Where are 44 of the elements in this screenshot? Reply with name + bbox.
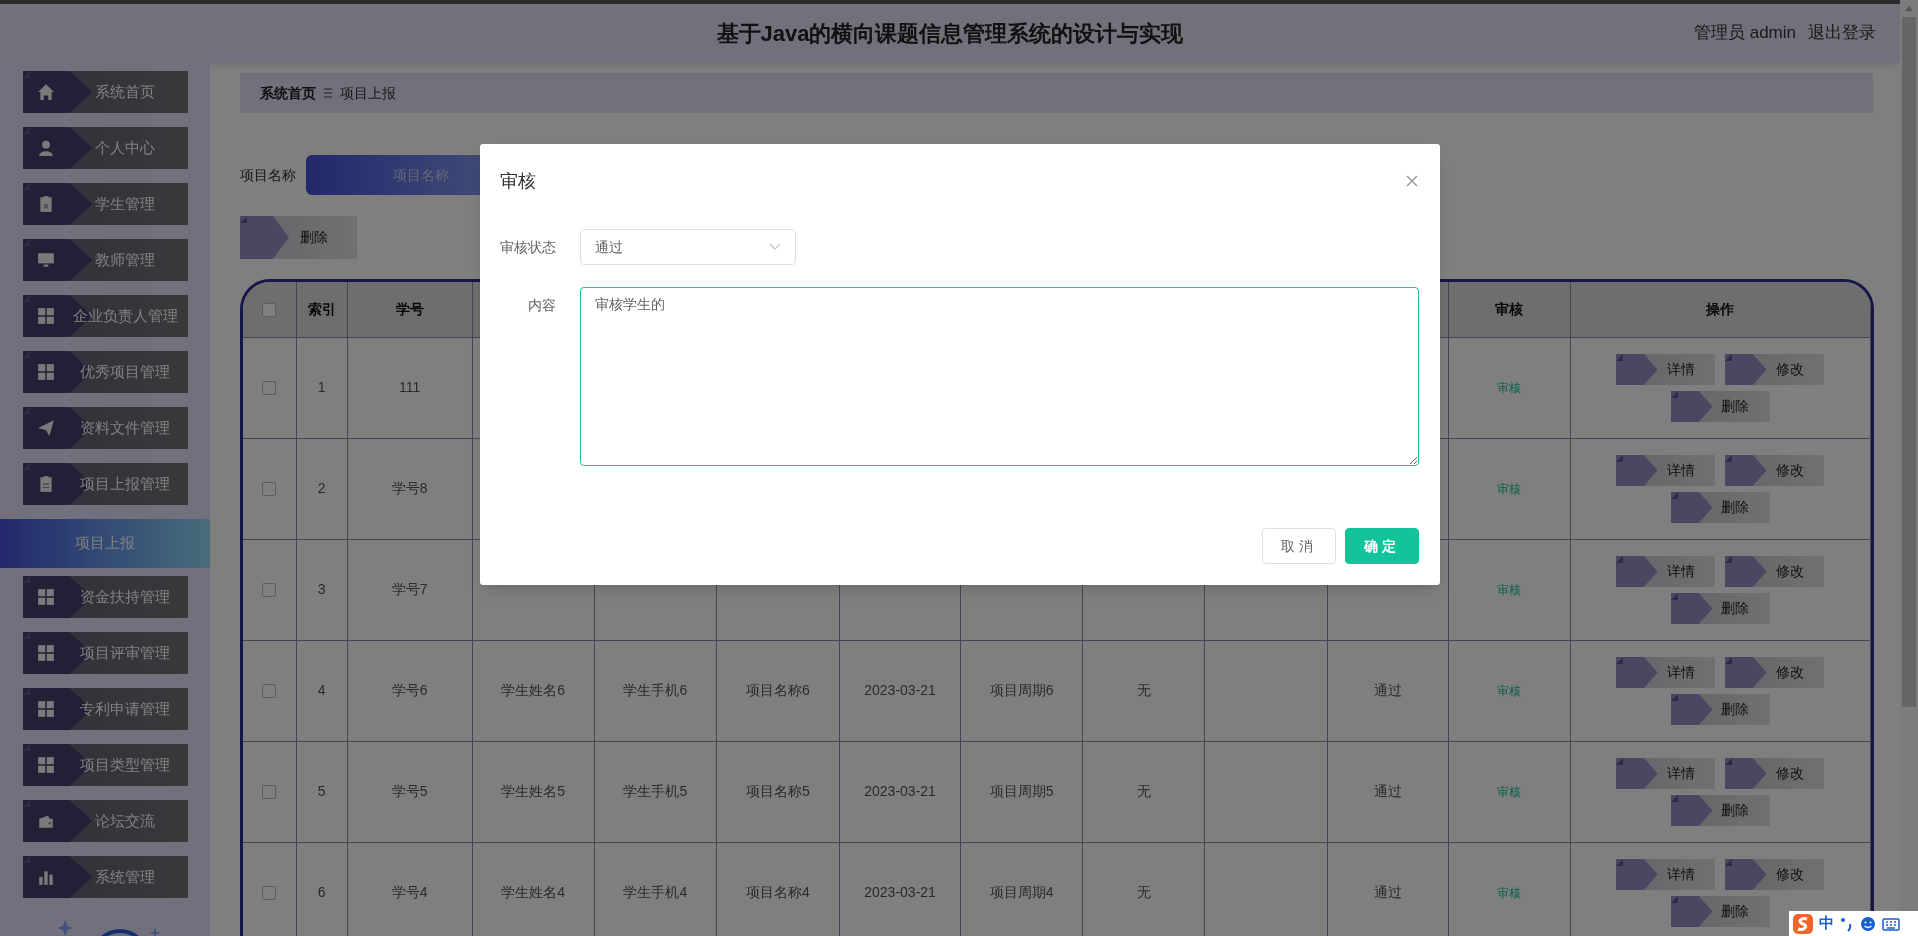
table-cell: 无 — [1136, 783, 1151, 799]
column-header: 学号 — [395, 300, 424, 317]
field-label: 项目名称 — [240, 165, 296, 185]
column-header: 审核 — [1495, 300, 1524, 317]
table-cell: 111 — [399, 379, 421, 395]
field-label: 审核状态 — [499, 238, 557, 257]
table-cell: 学生手机4 — [623, 884, 688, 900]
table-cell: 通过 — [1374, 682, 1402, 698]
table-cell: 2023-03-21 — [864, 682, 936, 698]
table-cell: 6 — [317, 884, 326, 900]
field-label: 内容 — [527, 296, 557, 315]
table-cell: 学生手机6 — [623, 682, 688, 698]
user-label: 管理员 admin — [1693, 22, 1796, 45]
table-cell: 无 — [1136, 682, 1151, 698]
breadcrumb-item: 项目上报 — [340, 83, 396, 103]
table-cell: 通过 — [1374, 884, 1402, 900]
column-header: 操作 — [1706, 300, 1735, 317]
table-cell: 学号5 — [391, 783, 428, 799]
table-cell: 项目周期4 — [989, 884, 1054, 900]
table-cell: 项目名称5 — [746, 783, 810, 799]
table-cell: 学号7 — [391, 581, 428, 597]
page-title: 基于Java的横向课题信息管理系统的设计与实现 — [716, 20, 1184, 46]
table-cell: 学生姓名5 — [501, 783, 566, 799]
table-cell: 学号8 — [391, 480, 428, 496]
table-cell: 通过 — [1374, 783, 1402, 799]
column-header: 索引 — [307, 300, 336, 317]
table-cell: 2023-03-21 — [864, 783, 936, 799]
table-cell: 学号6 — [391, 682, 428, 698]
table-cell: 项目名称6 — [746, 682, 810, 698]
dialog-title: 审核 — [500, 169, 536, 193]
table-cell: 项目周期5 — [989, 783, 1054, 799]
table-cell: 1 — [317, 379, 326, 395]
table-cell: 学生姓名4 — [501, 884, 566, 900]
table-cell: 2023-03-21 — [864, 884, 936, 900]
table-cell: 项目周期6 — [989, 682, 1054, 698]
table-cell: 5 — [317, 783, 326, 799]
table-cell: 学号4 — [391, 884, 428, 900]
table-cell: 2 — [317, 480, 326, 496]
table-cell: 学生手机5 — [623, 783, 688, 799]
table-cell: 4 — [317, 682, 326, 698]
table-cell: 项目名称4 — [746, 884, 810, 900]
table-cell: 学生姓名6 — [501, 682, 566, 698]
table-cell: 3 — [317, 581, 326, 597]
table-cell: 无 — [1136, 884, 1151, 900]
